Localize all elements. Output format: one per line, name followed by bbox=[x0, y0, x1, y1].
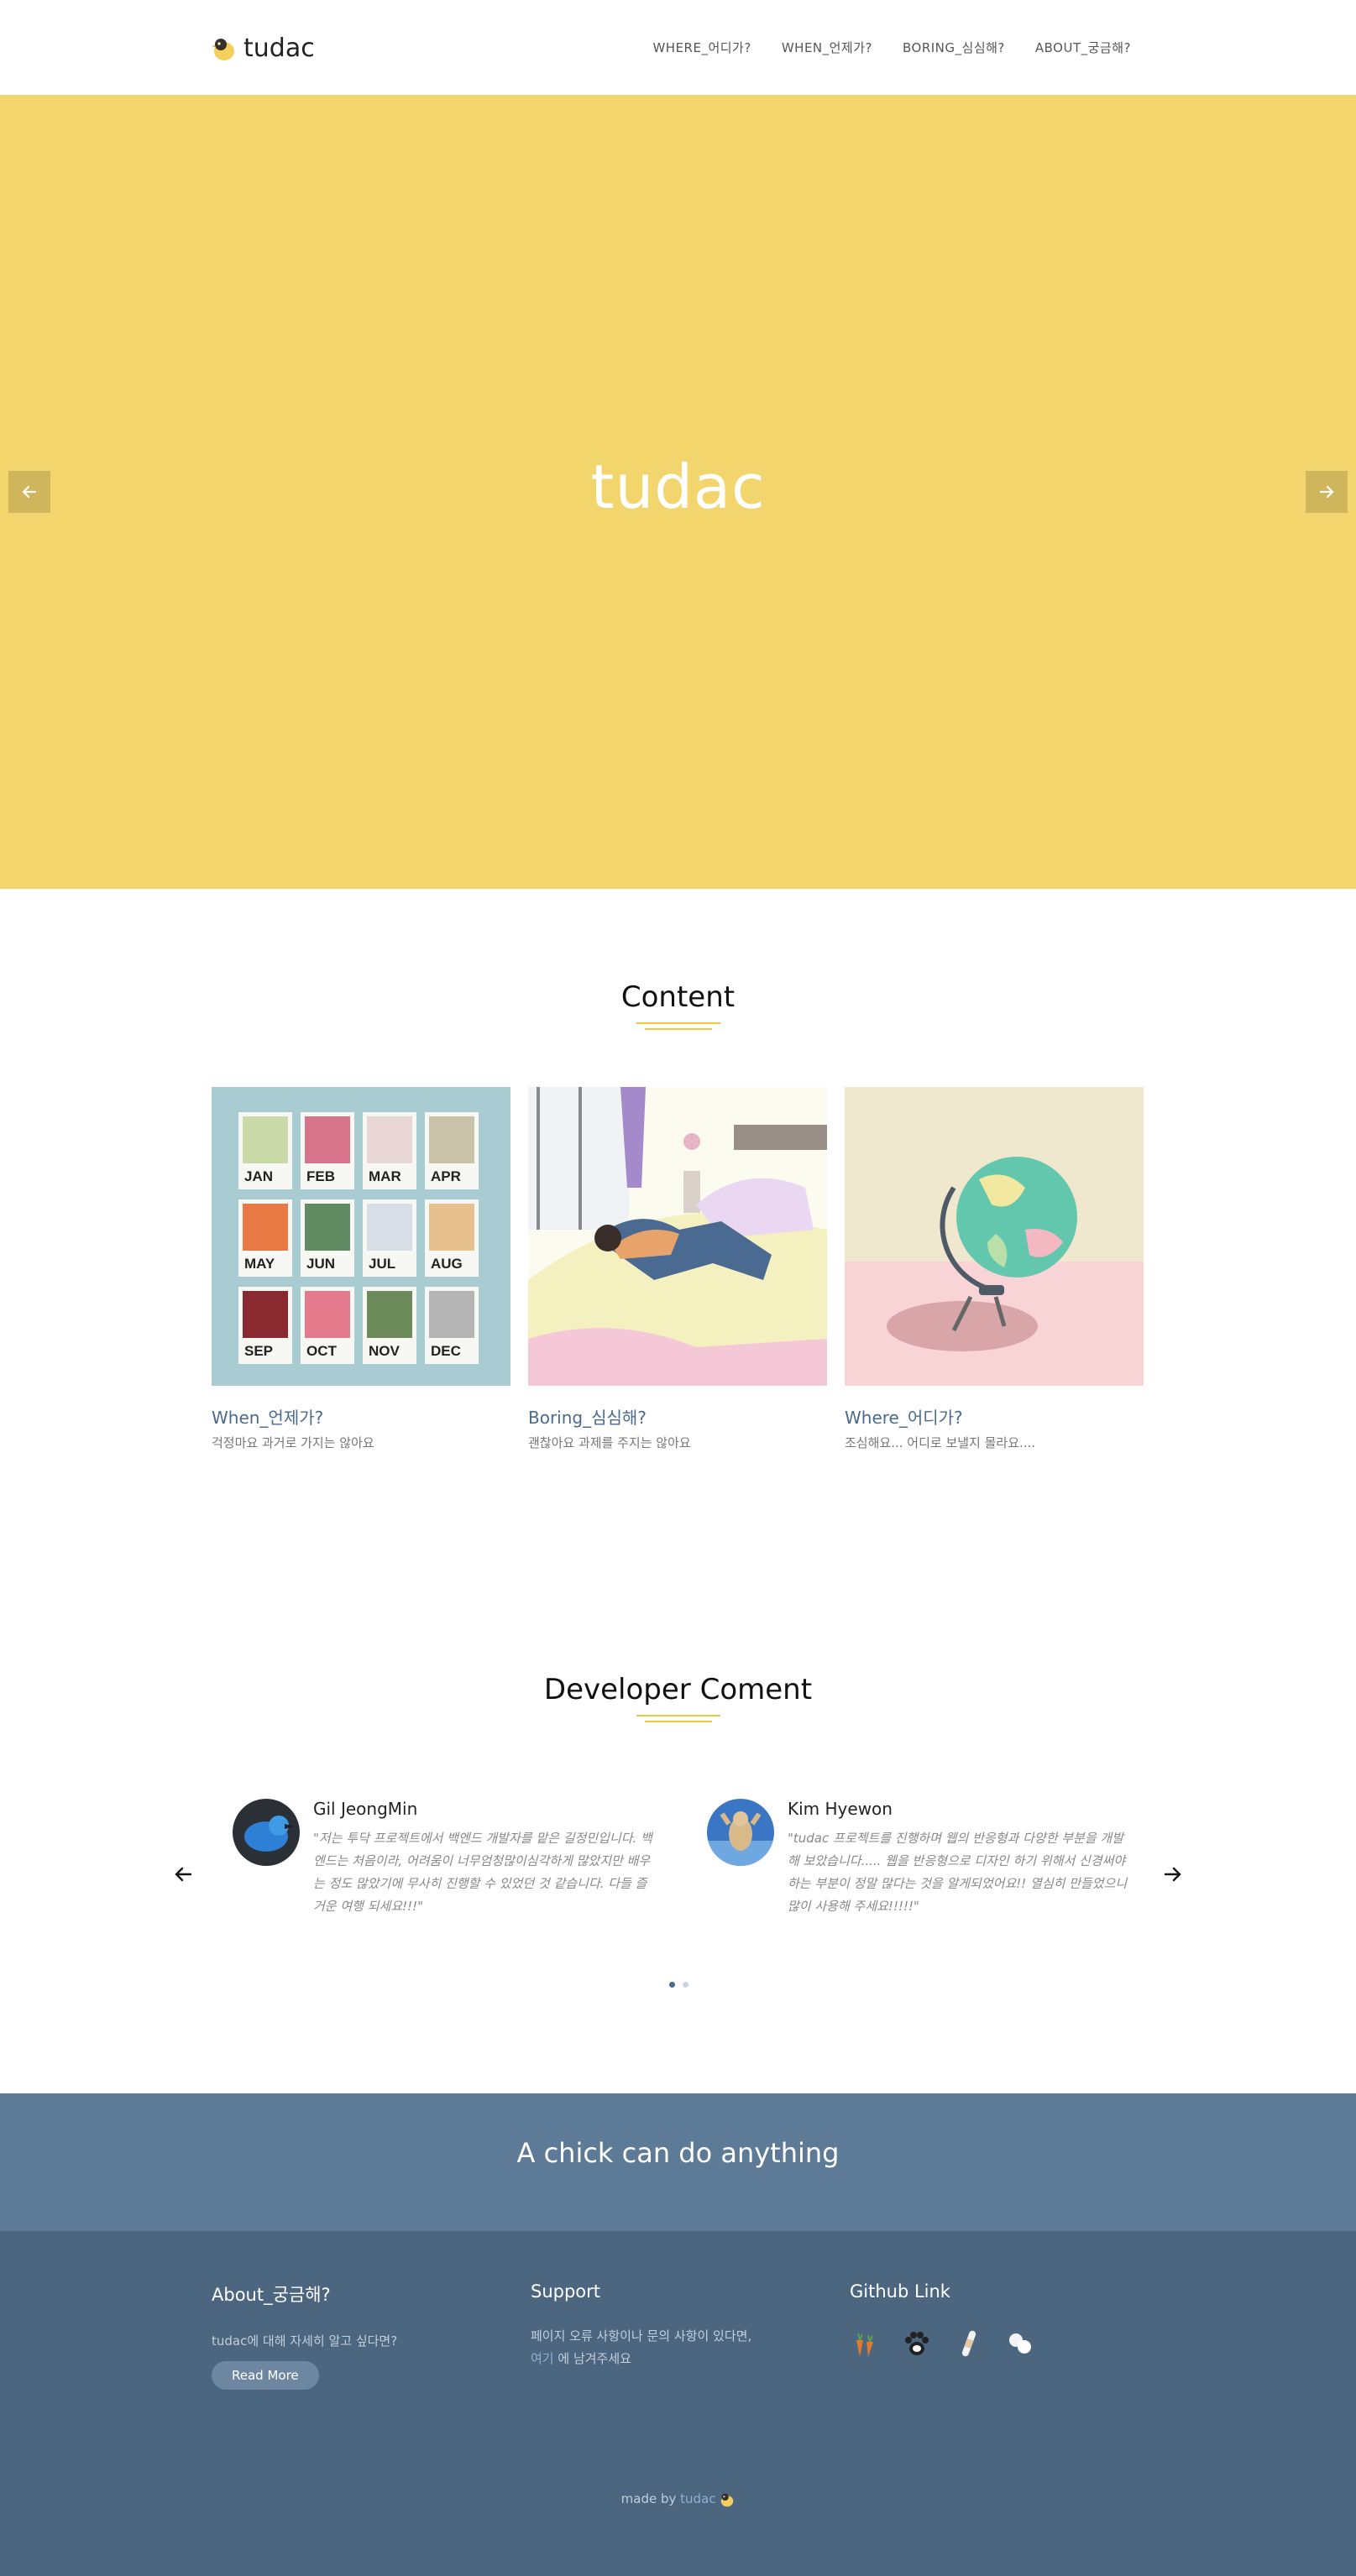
developer-quote: "저는 투닥 프로젝트에서 백엔드 개발자를 맡은 길정민입니다. 백엔드는 처… bbox=[313, 1831, 652, 1914]
card-desc: 조심해요... 어디로 보낼지 몰라요.... bbox=[845, 1435, 1036, 1450]
footer-github-title: Github Link bbox=[850, 2281, 950, 2302]
month-label: FEB bbox=[306, 1168, 335, 1184]
chick-logo-icon bbox=[212, 38, 234, 60]
card-desc: 괜찮아요 과제를 주지는 않아요 bbox=[528, 1435, 691, 1450]
paw-icon[interactable] bbox=[902, 2328, 932, 2359]
title-underline bbox=[636, 1022, 720, 1034]
month-label: JUL bbox=[369, 1256, 395, 1272]
footer-about-title: About_궁금해? bbox=[212, 2285, 331, 2305]
hero-prev-button[interactable] bbox=[8, 471, 50, 513]
month-photo bbox=[429, 1116, 474, 1163]
globe-illustration bbox=[845, 1087, 1144, 1386]
month-label: AUG bbox=[431, 1256, 463, 1272]
content-card-where[interactable]: Where_어디가? 조심해요... 어디로 보낼지 몰라요.... bbox=[845, 1087, 1144, 1451]
main-nav: WHERE_어디가? WHEN_언제가? BORING_심심해? ABOUT_궁… bbox=[652, 39, 1131, 56]
month-label: DEC bbox=[431, 1343, 461, 1359]
calendar-illustration: JAN FEB MAR APR MAY JUN JUL AUG SEP OCT NOV DEC bbox=[238, 1112, 479, 1364]
month-photo bbox=[243, 1291, 288, 1338]
hero-slider: tudac bbox=[0, 95, 1356, 889]
footer-github: Github Link bbox=[850, 2281, 1036, 2359]
title-underline bbox=[636, 1715, 720, 1727]
arrow-left-icon[interactable] bbox=[170, 1862, 196, 1887]
developer-section-title: Developer Coment bbox=[543, 1673, 813, 1706]
content-section-title: Content bbox=[620, 980, 736, 1014]
footer-support-text: 페이지 오류 사항이나 문의 사항이 있다면, 여기 에 남겨주세요 bbox=[531, 2328, 752, 2366]
made-by: made by tudac bbox=[0, 2491, 1356, 2507]
month-photo bbox=[429, 1204, 474, 1251]
month-photo bbox=[305, 1116, 350, 1163]
month-label: MAR bbox=[369, 1168, 401, 1184]
month-photo bbox=[367, 1291, 412, 1338]
bed-illustration bbox=[528, 1087, 827, 1386]
month-label: SEP bbox=[244, 1343, 273, 1359]
arrow-right-icon bbox=[1319, 485, 1334, 499]
site-header: tudac WHERE_어디가? WHEN_언제가? BORING_심심해? A… bbox=[0, 0, 1356, 95]
carousel-dots bbox=[669, 1982, 688, 1988]
logo-text: tudac bbox=[243, 34, 315, 63]
month-photo bbox=[367, 1204, 412, 1251]
github-links bbox=[850, 2328, 1036, 2359]
arrow-right-icon[interactable] bbox=[1160, 1862, 1186, 1887]
arrow-left-icon bbox=[22, 485, 37, 499]
avatar bbox=[233, 1799, 300, 1866]
month-label: JUN bbox=[306, 1256, 335, 1272]
hero-title: tudac bbox=[590, 452, 766, 522]
month-photo bbox=[367, 1116, 412, 1163]
content-card-boring[interactable]: Boring_심심해? 괜찮아요 과제를 주지는 않아요 bbox=[528, 1087, 827, 1451]
month-photo bbox=[305, 1204, 350, 1251]
month-photo bbox=[243, 1204, 288, 1251]
cotton-icon[interactable] bbox=[1006, 2328, 1036, 2359]
read-more-button[interactable]: Read More bbox=[212, 2361, 319, 2390]
globe-image bbox=[845, 1087, 1144, 1386]
month-label: MAY bbox=[244, 1256, 275, 1272]
footer-about-text: tudac에 대해 자세히 알고 싶다면? bbox=[212, 2333, 398, 2349]
bandage-icon[interactable] bbox=[954, 2328, 984, 2359]
nav-boring[interactable]: BORING_심심해? bbox=[903, 39, 1005, 56]
card-title[interactable]: When_언제가? bbox=[212, 1404, 510, 1429]
footer-about: About_궁금해? tudac에 대해 자세히 알고 싶다면? Read Mo… bbox=[212, 2281, 397, 2390]
footer-support-title: Support bbox=[531, 2281, 601, 2302]
boring-image bbox=[528, 1087, 827, 1386]
card-title[interactable]: Boring_심심해? bbox=[528, 1404, 827, 1429]
footer-support: Support 페이지 오류 사항이나 문의 사항이 있다면, 여기 에 남겨주… bbox=[531, 2281, 751, 2370]
month-photo bbox=[243, 1116, 288, 1163]
chick-icon bbox=[721, 2493, 734, 2506]
month-photo bbox=[429, 1291, 474, 1338]
slogan-banner: A chick can do anything bbox=[0, 2093, 1356, 2231]
month-label: OCT bbox=[306, 1343, 338, 1359]
logo[interactable]: tudac bbox=[212, 34, 315, 63]
developer-name: Gil JeongMin bbox=[313, 1799, 418, 1819]
developer-name: Kim Hyewon bbox=[788, 1799, 893, 1819]
nav-when[interactable]: WHEN_언제가? bbox=[782, 39, 872, 56]
month-label: APR bbox=[431, 1168, 461, 1184]
card-desc: 걱정마요 과거로 가지는 않아요 bbox=[212, 1435, 374, 1450]
hero-next-button[interactable] bbox=[1306, 471, 1348, 513]
month-label: NOV bbox=[369, 1343, 401, 1359]
avatar bbox=[707, 1799, 774, 1866]
carousel-dot[interactable] bbox=[669, 1982, 675, 1988]
banner-text: A chick can do anything bbox=[516, 2137, 840, 2169]
site-footer: About_궁금해? tudac에 대해 자세히 알고 싶다면? Read Mo… bbox=[0, 2231, 1356, 2576]
month-photo bbox=[305, 1291, 350, 1338]
carrot-icon[interactable] bbox=[850, 2328, 880, 2359]
nav-about[interactable]: ABOUT_궁금해? bbox=[1035, 39, 1131, 56]
support-link[interactable]: 여기 bbox=[531, 2351, 554, 2366]
developer-quote: "tudac 프로젝트를 진행하며 웹의 반응형과 다양한 부분을 개발해 보았… bbox=[788, 1831, 1128, 1914]
month-label: JAN bbox=[244, 1168, 273, 1184]
card-title[interactable]: Where_어디가? bbox=[845, 1404, 1144, 1429]
nav-where[interactable]: WHERE_어디가? bbox=[652, 39, 751, 56]
carousel-dot[interactable] bbox=[683, 1982, 688, 1988]
content-card-when[interactable]: JAN FEB MAR APR MAY JUN JUL AUG SEP OCT NOV DEC Whe… bbox=[212, 1087, 510, 1451]
calendar-image: JAN FEB MAR APR MAY JUN JUL AUG SEP OCT NOV DEC bbox=[212, 1087, 510, 1386]
